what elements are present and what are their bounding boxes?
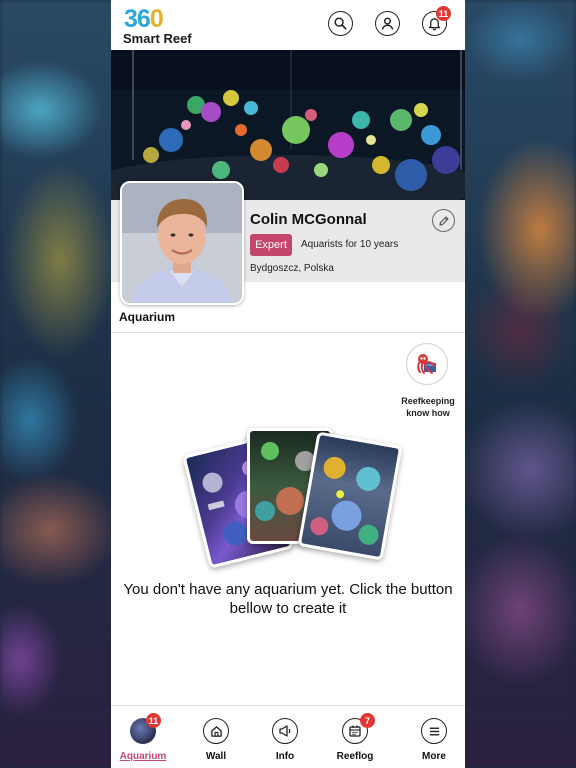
tab-label-info: Info — [275, 751, 295, 762]
tab-label-reeflog: Reeflog — [336, 751, 374, 762]
empty-state-line1: You don't have any aquarium yet. Click t… — [123, 581, 453, 598]
pencil-icon — [438, 215, 449, 226]
tab-label-more: More — [422, 751, 446, 762]
search-button[interactable] — [328, 11, 353, 36]
search-icon — [334, 17, 347, 30]
app-screen: 360 Smart Reef 11 Colin MCGonnal Expert … — [111, 0, 465, 768]
reefkeeping-label-line2: know how — [406, 408, 450, 418]
logo-text: Smart Reef — [123, 31, 192, 46]
octopus-icon — [417, 354, 436, 374]
location-text: Bydgoszcz, Polska — [250, 263, 334, 274]
logo-number: 360 — [124, 5, 164, 33]
aquarium-tab-badge: 11 — [146, 713, 161, 728]
top-header: 360 Smart Reef 11 — [111, 0, 465, 50]
bottom-tab-bar: 11 Aquarium Wall Info 7 Reeflog More — [111, 705, 465, 768]
reefkeeping-label-line1: Reefkeeping — [401, 396, 455, 406]
aquarium-banner — [111, 50, 465, 200]
tab-more[interactable]: More — [399, 706, 465, 768]
tab-label-aquarium: Aquarium — [119, 751, 167, 762]
experience-text: Aquarists for 10 years — [301, 239, 399, 250]
notification-badge: 11 — [436, 6, 451, 21]
reefkeeping-label: Reefkeeping know how — [393, 395, 463, 419]
empty-state-line2: bellow to create it — [229, 600, 347, 617]
edit-profile-button[interactable] — [432, 209, 455, 232]
profile-name: Colin MCGonnal — [250, 211, 367, 228]
menu-icon — [421, 718, 447, 744]
avatar[interactable] — [120, 181, 244, 305]
user-icon — [381, 17, 394, 30]
expert-badge: Expert — [250, 234, 292, 256]
tab-wall[interactable]: Wall — [181, 706, 251, 768]
tab-info[interactable]: Info — [250, 706, 320, 768]
divider — [111, 332, 465, 333]
profile-button[interactable] — [375, 11, 400, 36]
profile-photo — [122, 183, 242, 303]
tab-aquarium[interactable]: 11 Aquarium — [111, 706, 178, 768]
smart-reef-logo[interactable]: 360 Smart Reef — [123, 5, 203, 46]
megaphone-icon — [272, 718, 298, 744]
empty-state-message: You don't have any aquarium yet. Click t… — [121, 580, 455, 618]
tab-reeflog[interactable]: 7 Reeflog — [320, 706, 390, 768]
tab-label-wall: Wall — [205, 751, 227, 762]
reefkeeping-button[interactable] — [406, 343, 448, 385]
aquarium-photo-card — [297, 431, 403, 561]
section-title: Aquarium — [119, 310, 176, 324]
reef-banner-image — [111, 50, 465, 200]
reeflog-tab-badge: 7 — [360, 713, 375, 728]
home-icon — [203, 718, 229, 744]
